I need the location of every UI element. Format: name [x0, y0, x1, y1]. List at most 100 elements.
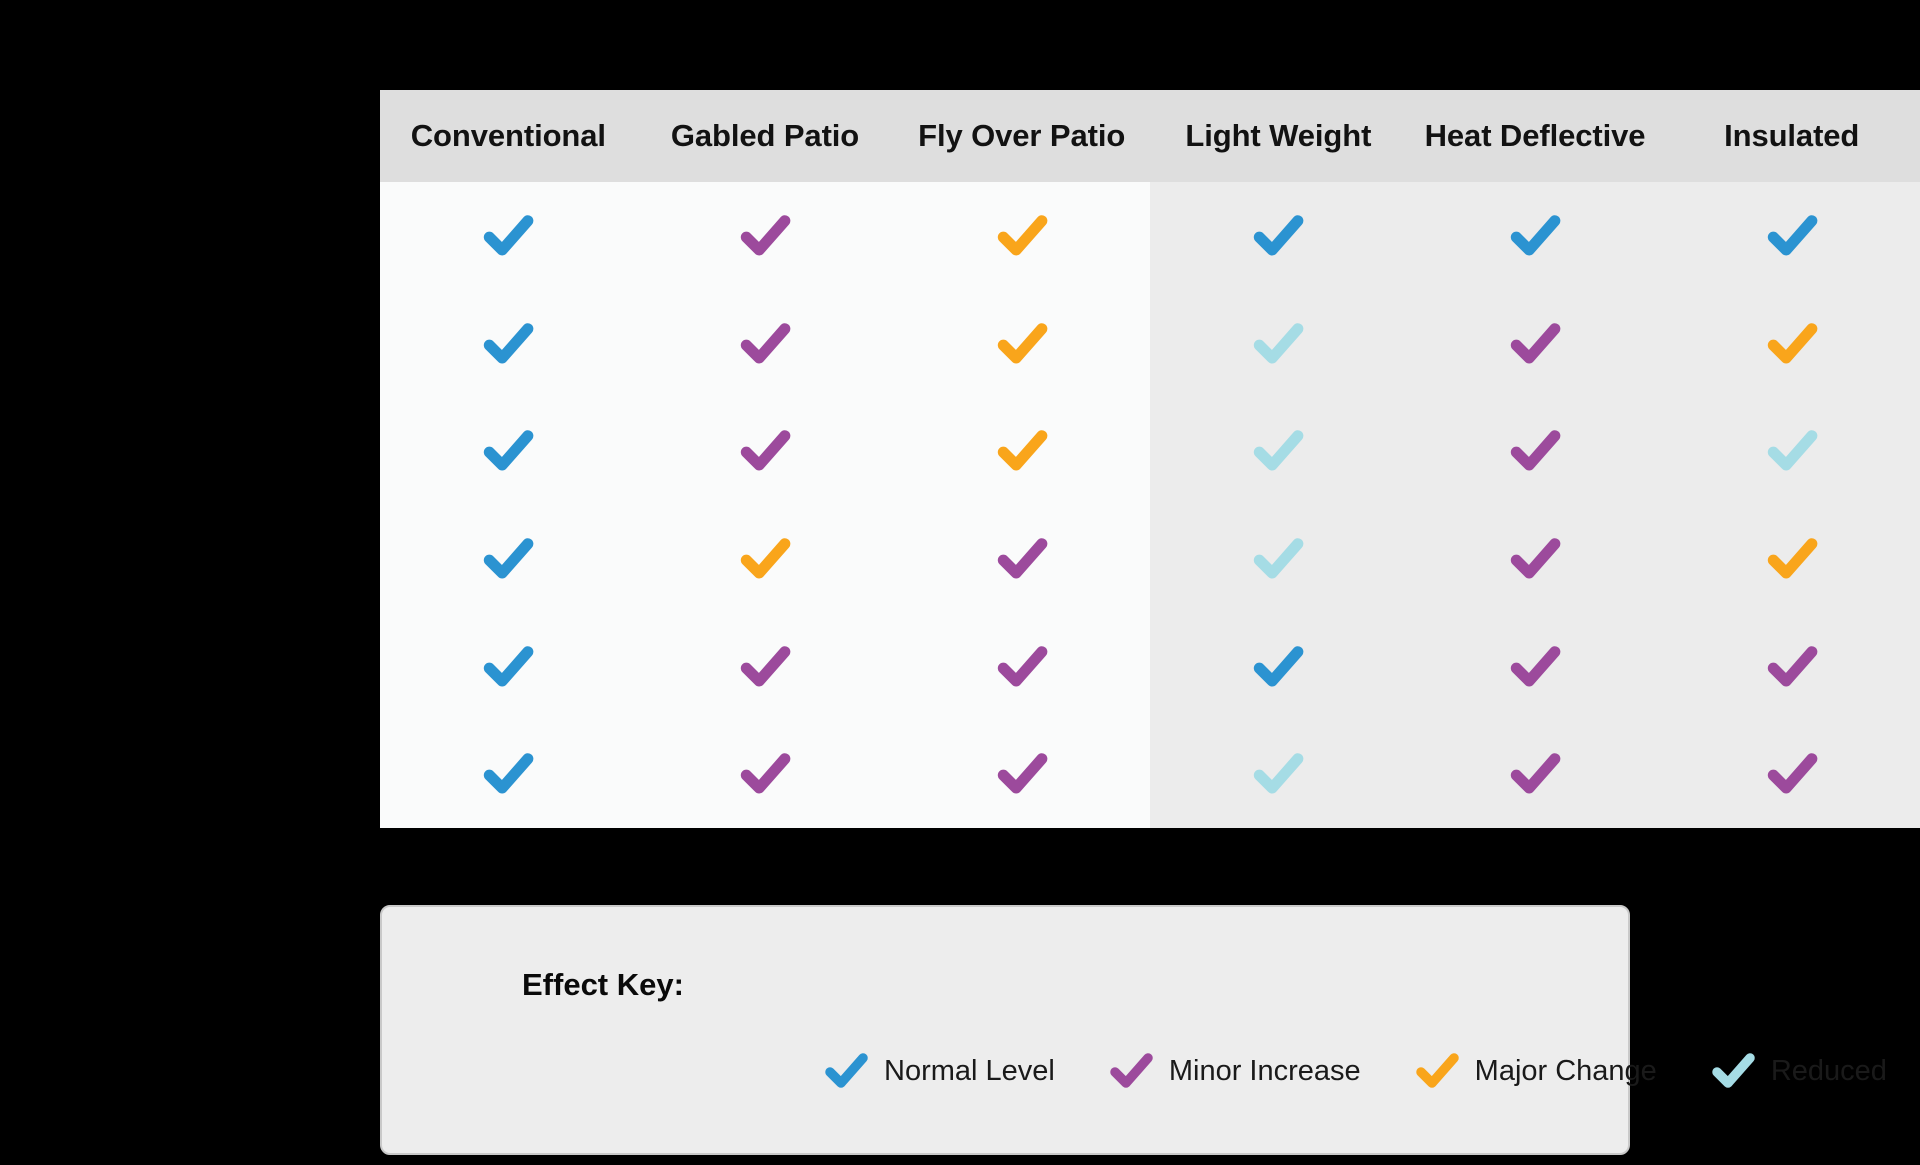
table-header-row: Conventional Gabled Patio Fly Over Patio Li…: [380, 90, 1920, 182]
table-cell[interactable]: [380, 720, 637, 828]
table-row: [380, 397, 1150, 505]
table-cell[interactable]: [893, 720, 1150, 828]
table-cell[interactable]: [893, 182, 1150, 290]
table-cell[interactable]: [1407, 290, 1664, 398]
column-header-conventional[interactable]: Conventional: [380, 90, 637, 182]
table-cell[interactable]: [1150, 720, 1407, 828]
check-icon-normal-level: [480, 531, 536, 587]
table-cell[interactable]: [1407, 505, 1664, 613]
table-cell[interactable]: [380, 290, 637, 398]
table-row: [1150, 182, 1920, 290]
check-icon-major-change: [1764, 316, 1820, 372]
column-header-fly-over-patio[interactable]: Fly Over Patio: [893, 90, 1150, 182]
table-cell[interactable]: [1150, 505, 1407, 613]
column-header-insulated[interactable]: Insulated: [1663, 90, 1920, 182]
check-icon-normal-level: [480, 639, 536, 695]
table-cell[interactable]: [893, 290, 1150, 398]
legend-item-label: Minor Increase: [1168, 1054, 1361, 1087]
check-icon-normal-level: [480, 316, 536, 372]
legend-item-major-change[interactable]: Major Change: [1413, 1047, 1657, 1095]
check-icon-minor-increase: [737, 316, 793, 372]
legend-item-reduced[interactable]: Reduced: [1709, 1047, 1887, 1095]
table-cell[interactable]: [1663, 182, 1920, 290]
column-header-label: Fly Over Patio: [918, 118, 1126, 153]
table-row: [380, 182, 1150, 290]
comparison-table: Conventional Gabled Patio Fly Over Patio Li…: [380, 90, 1920, 828]
check-icon-reduced: [1764, 423, 1820, 479]
check-icon-minor-increase: [737, 639, 793, 695]
check-icon-normal-level: [480, 423, 536, 479]
table-cell[interactable]: [380, 182, 637, 290]
table-panel-left: [380, 182, 1150, 828]
legend-item-label: Major Change: [1474, 1054, 1657, 1087]
table-cell[interactable]: [1407, 720, 1664, 828]
table-cell[interactable]: [637, 182, 894, 290]
check-icon-minor-increase: [1107, 1047, 1155, 1095]
check-icon-major-change: [994, 316, 1050, 372]
table-cell[interactable]: [380, 505, 637, 613]
column-header-light-weight[interactable]: Light Weight: [1150, 90, 1407, 182]
table-cell[interactable]: [1663, 290, 1920, 398]
table-cell[interactable]: [637, 397, 894, 505]
table-cell[interactable]: [1663, 720, 1920, 828]
check-icon-normal-level: [480, 746, 536, 802]
check-icon-major-change: [994, 208, 1050, 264]
legend-title: Effect Key:: [522, 967, 684, 1002]
effect-key-legend: Effect Key: Normal Level Minor Increase Ma…: [380, 905, 1887, 1155]
check-icon-normal-level: [1764, 208, 1820, 264]
check-icon-reduced: [1709, 1047, 1757, 1095]
check-icon-minor-increase: [1507, 531, 1563, 587]
table-row: [1150, 505, 1920, 613]
check-icon-major-change: [994, 423, 1050, 479]
table-row: [380, 505, 1150, 613]
check-icon-normal-level: [1250, 639, 1306, 695]
table-cell[interactable]: [1663, 397, 1920, 505]
table-cell[interactable]: [1663, 505, 1920, 613]
table-cell[interactable]: [637, 613, 894, 721]
table-cell[interactable]: [637, 505, 894, 613]
check-icon-minor-increase: [994, 746, 1050, 802]
check-icon-normal-level: [480, 208, 536, 264]
check-icon-minor-increase: [994, 639, 1050, 695]
legend-item-label: Normal Level: [884, 1054, 1055, 1087]
table-cell[interactable]: [1663, 613, 1920, 721]
table-cell[interactable]: [1150, 613, 1407, 721]
table-cell[interactable]: [637, 720, 894, 828]
legend-item-minor-increase[interactable]: Minor Increase: [1107, 1047, 1361, 1095]
check-icon-reduced: [1250, 423, 1306, 479]
table-cell[interactable]: [1407, 613, 1664, 721]
column-header-heat-deflective[interactable]: Heat Deflective: [1407, 90, 1664, 182]
check-icon-minor-increase: [737, 423, 793, 479]
check-icon-minor-increase: [1507, 316, 1563, 372]
table-cell[interactable]: [1150, 182, 1407, 290]
table-row: [380, 613, 1150, 721]
check-icon-reduced: [1250, 746, 1306, 802]
table-cell[interactable]: [893, 397, 1150, 505]
column-header-label: Insulated: [1724, 118, 1860, 153]
check-icon-minor-increase: [994, 531, 1050, 587]
column-header-label: Gabled Patio: [670, 118, 860, 153]
table-cell[interactable]: [1150, 290, 1407, 398]
legend-item-normal-level[interactable]: Normal Level: [822, 1047, 1055, 1095]
table-cell[interactable]: [893, 613, 1150, 721]
table-panel-right: [1150, 182, 1920, 828]
table-row: [380, 720, 1150, 828]
table-cell[interactable]: [637, 290, 894, 398]
check-icon-minor-increase: [1507, 639, 1563, 695]
check-icon-minor-increase: [1507, 423, 1563, 479]
check-icon-reduced: [1250, 316, 1306, 372]
check-icon-reduced: [1250, 531, 1306, 587]
table-cell[interactable]: [380, 613, 637, 721]
check-icon-minor-increase: [1764, 639, 1820, 695]
column-header-gabled-patio[interactable]: Gabled Patio: [637, 90, 894, 182]
table-cell[interactable]: [1150, 397, 1407, 505]
check-icon-minor-increase: [1764, 746, 1820, 802]
table-cell[interactable]: [1407, 182, 1664, 290]
check-icon-minor-increase: [1507, 746, 1563, 802]
table-cell[interactable]: [893, 505, 1150, 613]
table-cell[interactable]: [1407, 397, 1664, 505]
table-cell[interactable]: [380, 397, 637, 505]
table-row: [380, 290, 1150, 398]
column-header-label: Heat Deflective: [1424, 118, 1646, 153]
legend-item-label: Reduced: [1770, 1054, 1887, 1087]
